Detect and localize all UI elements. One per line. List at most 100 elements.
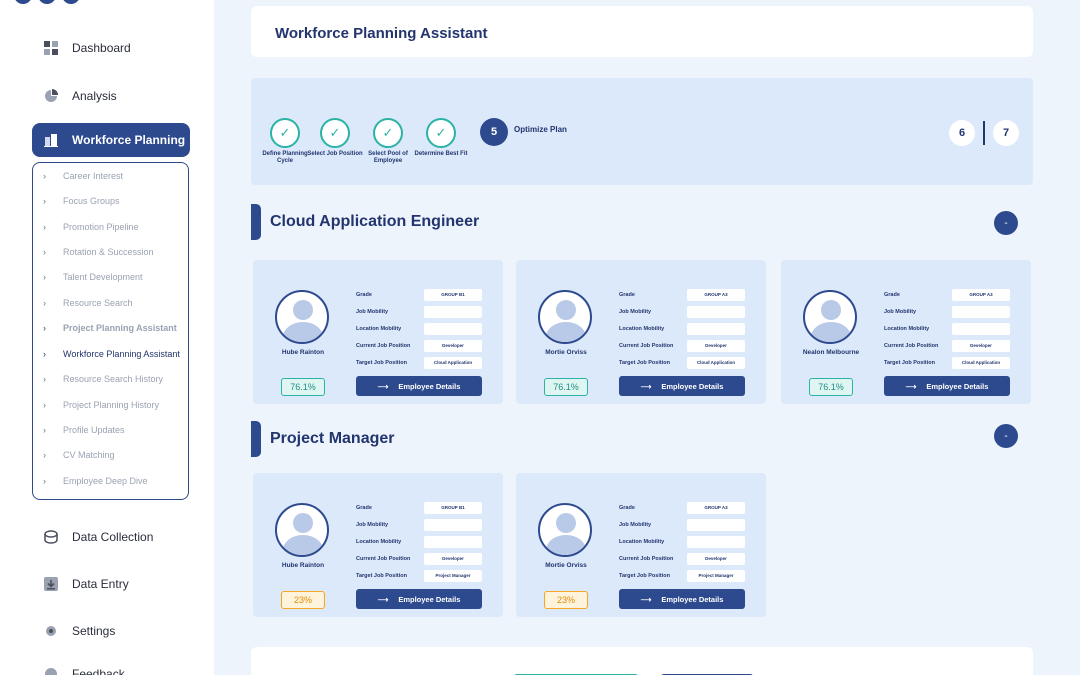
field-value	[687, 518, 745, 531]
employee-details-button[interactable]: ⟶ Employee Details	[356, 376, 482, 396]
field-label: Grade	[619, 504, 635, 511]
field-row: Grade GROUP A3	[619, 499, 745, 516]
nav-label: Dashboard	[72, 41, 131, 55]
employee-details-button[interactable]: ⟶ Employee Details	[884, 376, 1010, 396]
employee-card: Mortie Orviss Grade GROUP A3 Job Mobilit…	[516, 473, 766, 617]
field-row: Target Job Position Cloud Application	[884, 354, 1010, 371]
submenu-item[interactable]: › Focus Groups	[33, 196, 120, 206]
submenu-item[interactable]: › Employee Deep Dive	[33, 476, 148, 486]
section-accent	[251, 204, 261, 240]
match-score-badge: 23%	[281, 591, 325, 609]
step-6-button[interactable]: 6	[949, 120, 975, 146]
submenu-label: Profile Updates	[63, 425, 125, 435]
step-optimize-plan[interactable]: 5 Optimize Plan	[480, 118, 567, 146]
step-label: Select Job Position	[307, 151, 363, 157]
field-row: Job Mobility	[884, 303, 1010, 320]
submenu-item[interactable]: › Resource Search History	[33, 374, 163, 384]
chevron-right-icon: ›	[43, 272, 46, 282]
employee-fields: Grade GROUP B1 Job Mobility Location Mob…	[356, 499, 482, 584]
submenu-item[interactable]: › Project Planning Assistant	[33, 323, 177, 333]
field-value	[424, 305, 482, 318]
field-label: Target Job Position	[619, 572, 670, 579]
sidebar: Dashboard Analysis Workforce Planning › C…	[0, 0, 214, 675]
nav-feedback[interactable]: Feedback	[44, 667, 125, 675]
field-value	[687, 535, 745, 548]
avatar	[275, 290, 329, 344]
collapse-button[interactable]: -	[994, 424, 1018, 448]
step-determine-best-fit[interactable]: ✓ Determine Best Fit	[411, 118, 471, 158]
avatar	[538, 290, 592, 344]
field-value: Project Manager	[424, 569, 482, 582]
check-icon: ✓	[320, 118, 350, 148]
chevron-right-icon: ›	[43, 222, 46, 232]
nav-settings[interactable]: Settings	[44, 624, 115, 638]
step-7-button[interactable]: 7	[993, 120, 1019, 146]
footer-panel	[251, 647, 1033, 675]
section-accent	[251, 421, 261, 457]
submenu-label: Project Planning Assistant	[63, 323, 177, 333]
app-logo	[14, 0, 80, 6]
step-label: Determine Best Fit	[414, 151, 468, 157]
field-label: Target Job Position	[356, 572, 407, 579]
submenu-item[interactable]: › Talent Development	[33, 272, 143, 282]
field-row: Location Mobility	[356, 533, 482, 550]
feedback-icon	[45, 668, 57, 675]
field-label: Grade	[356, 504, 372, 511]
field-label: Job Mobility	[356, 308, 389, 315]
nav-workforce-planning[interactable]: Workforce Planning	[32, 123, 190, 157]
field-label: Job Mobility	[356, 521, 389, 528]
submenu-item-active[interactable]: › Workforce Planning Assistant	[33, 349, 180, 359]
submenu-item[interactable]: › Promotion Pipeline	[33, 222, 139, 232]
field-value	[687, 322, 745, 335]
section-header: Cloud Application Engineer	[251, 204, 479, 240]
employee-details-button[interactable]: ⟶ Employee Details	[619, 376, 745, 396]
employee-details-button[interactable]: ⟶ Employee Details	[356, 589, 482, 609]
nav-data-entry[interactable]: Data Entry	[44, 577, 129, 591]
step-select-job-position[interactable]: ✓ Select Job Position	[305, 118, 365, 158]
chevron-right-icon: ›	[43, 476, 46, 486]
nav-label: Analysis	[72, 89, 117, 103]
button-label: Employee Details	[398, 381, 461, 391]
field-row: Current Job Position Developer	[619, 337, 745, 354]
submenu-item[interactable]: › Rotation & Succession	[33, 247, 154, 257]
submenu-item[interactable]: › Resource Search	[33, 298, 133, 308]
submenu-label: Resource Search History	[63, 374, 164, 384]
avatar	[538, 503, 592, 557]
nav-dashboard[interactable]: Dashboard	[44, 41, 131, 55]
employee-fields: Grade GROUP B1 Job Mobility Location Mob…	[356, 286, 482, 371]
check-icon: ✓	[270, 118, 300, 148]
field-value: Developer	[424, 339, 482, 352]
field-row: Job Mobility	[619, 303, 745, 320]
field-value: Cloud Application	[687, 356, 745, 369]
submenu-label: Focus Groups	[63, 196, 120, 206]
field-row: Grade GROUP A3	[619, 286, 745, 303]
step-select-pool[interactable]: ✓ Select Pool of Employee	[358, 118, 418, 165]
submenu-item[interactable]: › Profile Updates	[33, 425, 125, 435]
step-label: Optimize Plan	[514, 124, 567, 134]
step-pager: 6 7	[949, 120, 1019, 146]
nav-analysis[interactable]: Analysis	[44, 89, 117, 103]
field-value: GROUP A3	[687, 288, 745, 301]
field-value: Developer	[687, 339, 745, 352]
submenu-item[interactable]: › Project Planning History	[33, 400, 159, 410]
employee-details-button[interactable]: ⟶ Employee Details	[619, 589, 745, 609]
employee-name: Mortie Orviss	[545, 349, 587, 356]
field-value: Cloud Application	[424, 356, 482, 369]
submenu-item[interactable]: › Career Interest	[33, 171, 123, 181]
collapse-button[interactable]: -	[994, 211, 1018, 235]
database-icon	[44, 530, 58, 544]
submenu-label: Promotion Pipeline	[63, 222, 139, 232]
field-label: Target Job Position	[884, 359, 935, 366]
field-row: Location Mobility	[619, 533, 745, 550]
field-value	[952, 305, 1010, 318]
arrow-right-icon: ⟶	[640, 594, 652, 604]
field-value: Developer	[952, 339, 1010, 352]
employee-card: Hube Rainton Grade GROUP B1 Job Mobility…	[253, 260, 503, 404]
divider	[983, 121, 985, 145]
nav-data-collection[interactable]: Data Collection	[44, 530, 153, 544]
employee-name: Hube Rainton	[281, 562, 325, 569]
submenu-item[interactable]: › CV Matching	[33, 450, 115, 460]
button-label: Employee Details	[398, 594, 461, 604]
field-label: Grade	[356, 291, 372, 298]
employee-fields: Grade GROUP A3 Job Mobility Location Mob…	[619, 286, 745, 371]
